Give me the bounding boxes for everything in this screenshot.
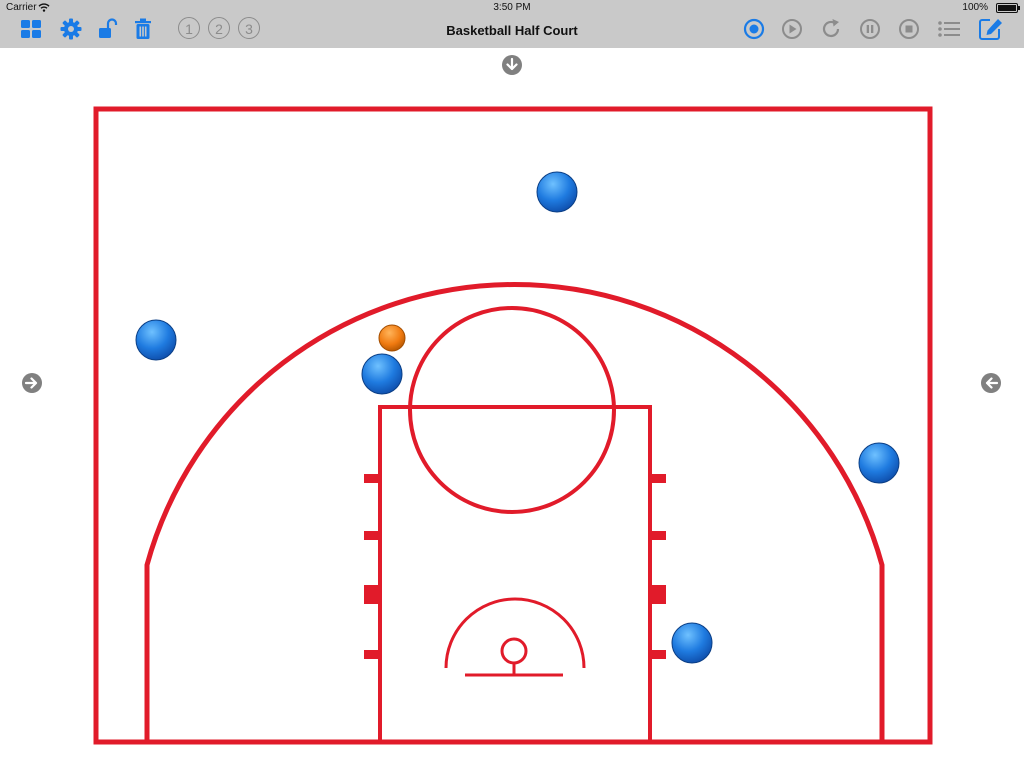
- player-3[interactable]: [361, 353, 403, 395]
- free-throw-circle: [408, 306, 616, 514]
- arrow-down-button[interactable]: [502, 55, 522, 75]
- arrow-right-button[interactable]: [22, 373, 42, 393]
- restricted-arc: [444, 597, 586, 669]
- lane-block: [364, 585, 380, 604]
- lane-mark: [650, 650, 666, 659]
- player-5[interactable]: [671, 622, 713, 664]
- ball[interactable]: [378, 324, 406, 352]
- player-4[interactable]: [858, 442, 900, 484]
- arrow-down-icon: [506, 57, 518, 71]
- rim: [500, 637, 528, 665]
- player-1[interactable]: [536, 171, 578, 213]
- arrow-left-icon: [985, 377, 999, 389]
- lane-mark: [364, 474, 380, 483]
- lane-mark: [364, 531, 380, 540]
- lane-mark: [650, 531, 666, 540]
- player-2[interactable]: [135, 319, 177, 361]
- court: [93, 106, 933, 745]
- arrow-right-icon: [24, 377, 38, 389]
- lane-mark: [364, 650, 380, 659]
- lane-block: [650, 585, 666, 604]
- lane-mark: [650, 474, 666, 483]
- arrow-left-button[interactable]: [981, 373, 1001, 393]
